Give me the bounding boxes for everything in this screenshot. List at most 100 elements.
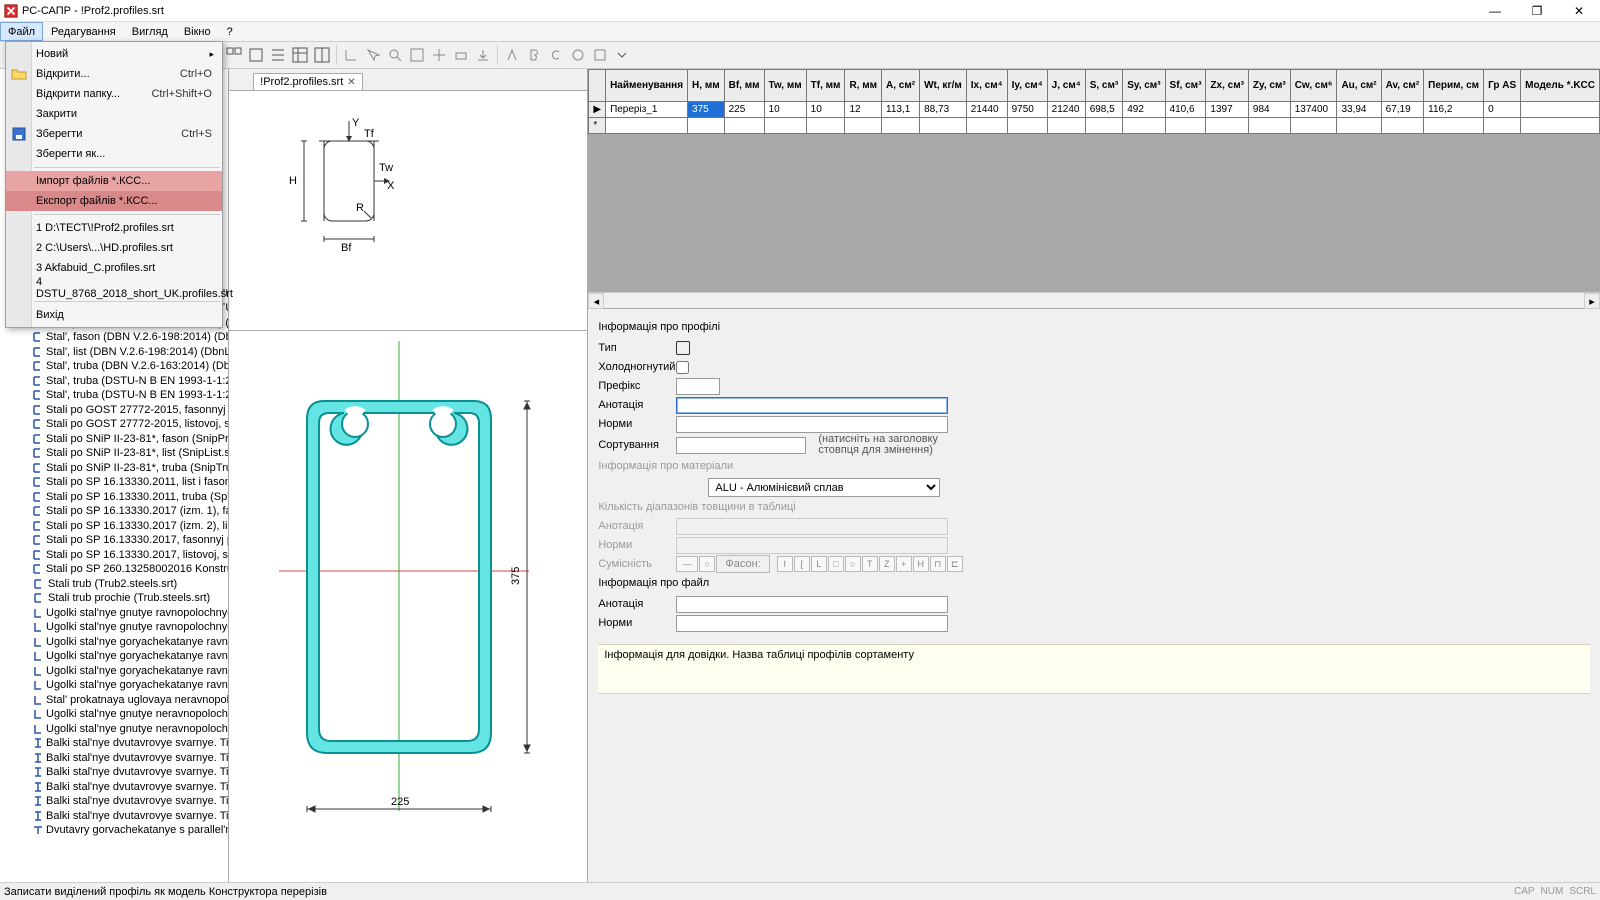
close-button[interactable]: ✕ — [1558, 0, 1600, 22]
minimize-button[interactable]: — — [1474, 0, 1516, 22]
tree-item[interactable]: Stali po GOST 27772-2015, fasonnyj proka… — [0, 403, 228, 418]
tool-export-button[interactable] — [473, 45, 493, 65]
document-tab[interactable]: !Prof2.profiles.srt ✕ — [253, 73, 363, 90]
tree-item[interactable]: Stali po SP 16.13330.2017 (izm. 1), faso… — [0, 504, 228, 519]
tool-select-button[interactable] — [363, 45, 383, 65]
tree-item[interactable]: Stali po SNiP II-23-81*, list (SnipList.… — [0, 446, 228, 461]
maximize-button[interactable]: ❐ — [1516, 0, 1558, 22]
menu-view[interactable]: Вигляд — [124, 22, 176, 41]
compat-t-icon[interactable]: T — [862, 556, 878, 572]
tree-item[interactable]: Ugolki stal'nye gnutye ravnopolochnye (T… — [0, 620, 228, 635]
file-norms-input[interactable] — [676, 615, 948, 632]
tool-print-button[interactable] — [451, 45, 471, 65]
tree-item[interactable]: Balki stal'nye dvutavrovye svarnye. Tip … — [0, 736, 228, 751]
tree-item[interactable]: Balki stal'nye dvutavrovye svarnye. Tip … — [0, 751, 228, 766]
compat-h-icon[interactable]: H — [913, 556, 929, 572]
tree-item[interactable]: Stal', list (DBN V.2.6-198:2014) (DbnLis… — [0, 345, 228, 360]
tree-item[interactable]: Stali po SP 16.13330.2017 (izm. 2), list… — [0, 519, 228, 534]
menu-item-mru-4[interactable]: 4 DSTU_8768_2018_short_UK.profiles.srt — [6, 278, 222, 298]
tree-item[interactable]: Stal', truba (DBN V.2.6-163:2014) (DbnTr… — [0, 359, 228, 374]
prefix-input[interactable] — [676, 378, 720, 395]
norms-input[interactable] — [676, 416, 948, 433]
compat-plus-icon[interactable]: + — [896, 556, 912, 572]
menu-item-exit[interactable]: Вихід — [6, 305, 222, 325]
tree-item[interactable]: Stali po GOST 27772-2015, listovoj, shir… — [0, 417, 228, 432]
tool-zoomfit-button[interactable] — [407, 45, 427, 65]
menu-item-open[interactable]: Відкрити...Ctrl+O — [6, 64, 222, 84]
compat-z-icon[interactable]: Z — [879, 556, 895, 572]
menu-item-save[interactable]: ЗберегтиCtrl+S — [6, 124, 222, 144]
compat-u-icon[interactable]: ⊓ — [930, 556, 946, 572]
tool-b-button[interactable] — [524, 45, 544, 65]
tree-item[interactable]: Ugolki stal'nye goryachekatanye ravnopol… — [0, 664, 228, 679]
menu-item-new[interactable]: Новий▸ — [6, 44, 222, 64]
compat-bar-icon[interactable]: — — [676, 556, 698, 572]
menu-item-close[interactable]: Закрити — [6, 104, 222, 124]
scroll-left-icon[interactable]: ◂ — [588, 293, 604, 309]
compat-i-icon[interactable]: I — [777, 556, 793, 572]
tree-item[interactable]: Stali po SP 260.13258002016 Konstrukcii … — [0, 562, 228, 577]
tree-item[interactable]: Stali po SP 16.13330.2017, listovoj, shi… — [0, 548, 228, 563]
view-split-button[interactable] — [312, 45, 332, 65]
compat-misc-icon[interactable]: ⊏ — [947, 556, 963, 572]
compat-c-icon[interactable]: [ — [794, 556, 810, 572]
tree-item[interactable]: Stal' prokatnaya uglovaya neravnopolochn — [0, 693, 228, 708]
tree-item[interactable]: Ugolki stal'nye goryachekatanye ravnopol… — [0, 678, 228, 693]
compat-box-icon[interactable]: □ — [828, 556, 844, 572]
tool-a-button[interactable] — [502, 45, 522, 65]
tree-item[interactable]: Ugolki stal'nye gnutye ravnopolochnye (T… — [0, 606, 228, 621]
tool-pan-button[interactable] — [429, 45, 449, 65]
tree-item[interactable]: Stal', truba (DSTU-N B EN 1993-1-1:2010)… — [0, 388, 228, 403]
tree-item[interactable]: Ugolki stal'nye gnutye neravnopolochnye … — [0, 722, 228, 737]
menu-item-mru-1[interactable]: 1 D:\ТЕСТ\!Prof2.profiles.srt — [6, 218, 222, 238]
tool-c-button[interactable] — [546, 45, 566, 65]
menu-item-mru-2[interactable]: 2 C:\Users\...\HD.profiles.srt — [6, 238, 222, 258]
tree-item[interactable]: Balki stal'nye dvutavrovye svarnye. Tip … — [0, 794, 228, 809]
menu-item-save-as[interactable]: Зберегти як... — [6, 144, 222, 164]
file-annot-input[interactable] — [676, 596, 948, 613]
fason-button[interactable]: Фасон: — [716, 555, 769, 573]
menu-item-import-kcc[interactable]: Імпорт файлів *.КСС... — [6, 171, 222, 191]
menu-help[interactable]: ? — [219, 22, 241, 41]
tool-axis-button[interactable] — [341, 45, 361, 65]
tree-item[interactable]: Stali trub prochie (Trub.steels.srt) — [0, 591, 228, 606]
tool-e-button[interactable] — [590, 45, 610, 65]
tool-drop-button[interactable] — [612, 45, 632, 65]
tree-item[interactable]: Stali po SNiP II-23-81*, truba (SnipTrub… — [0, 461, 228, 476]
grid-table[interactable]: НайменуванняH, ммBf, ммTw, ммTf, ммR, мм… — [588, 69, 1600, 134]
material-select[interactable]: ALU - Алюмінієвий сплав — [708, 478, 940, 497]
tree-item[interactable]: Balki stal'nye dvutavrovye svarnye. Tip … — [0, 780, 228, 795]
tree-item[interactable]: Balki stal'nye dvutavrovye svarnye. Tip … — [0, 765, 228, 780]
menu-edit[interactable]: Редагування — [43, 22, 124, 41]
scroll-right-icon[interactable]: ▸ — [1584, 293, 1600, 309]
tree-item[interactable]: Stal', fason (DBN V.2.6-198:2014) (DbnFa… — [0, 330, 228, 345]
menu-item-export-kcc[interactable]: Експорт файлів *.КСС... — [6, 191, 222, 211]
view-large-icons-button[interactable] — [246, 45, 266, 65]
menu-file[interactable]: Файл — [0, 22, 43, 41]
tool-zoom-button[interactable] — [385, 45, 405, 65]
sort-input[interactable] — [676, 437, 806, 454]
compat-l-icon[interactable]: L — [811, 556, 827, 572]
tree-item[interactable]: Stal', truba (DSTU-N B EN 1993-1-1:2010)… — [0, 374, 228, 389]
tree-item[interactable]: Stali trub (Trub2.steels.srt) — [0, 577, 228, 592]
menu-window[interactable]: Вікно — [176, 22, 219, 41]
view-list-button[interactable] — [268, 45, 288, 65]
compat-o-icon[interactable]: ○ — [845, 556, 861, 572]
tree-item[interactable]: Ugolki stal'nye goryachekatanye ravnopol… — [0, 635, 228, 650]
tree-item[interactable]: Dvutavry gorvachekatanye s parallel'nymi… — [0, 823, 228, 838]
menu-item-mru-3[interactable]: 3 Akfabuid_C.profiles.srt — [6, 258, 222, 278]
annotation-input[interactable] — [676, 397, 948, 414]
tree-item[interactable]: Balki stal'nye dvutavrovye svarnye. Tip … — [0, 809, 228, 824]
tree-item[interactable]: Ugolki stal'nye goryachekatanye ravnopol… — [0, 649, 228, 664]
tree-item[interactable]: Stali po SP 16.13330.2011, list i fason … — [0, 475, 228, 490]
tab-close-icon[interactable]: ✕ — [347, 77, 355, 88]
coldformed-checkbox[interactable] — [676, 361, 689, 374]
view-detail-button[interactable] — [290, 45, 310, 65]
tool-d-button[interactable] — [568, 45, 588, 65]
compat-circle-icon[interactable]: ○ — [699, 556, 715, 572]
tree-item[interactable]: Stali po SP 16.13330.2011, truba (SpTrub… — [0, 490, 228, 505]
view-small-icons-button[interactable] — [224, 45, 244, 65]
grid-h-scrollbar[interactable]: ◂ ▸ — [588, 292, 1600, 308]
menu-item-open-folder[interactable]: Відкрити папку...Ctrl+Shift+O — [6, 84, 222, 104]
tree-item[interactable]: Ugolki stal'nye gnutye neravnopolochnye … — [0, 707, 228, 722]
